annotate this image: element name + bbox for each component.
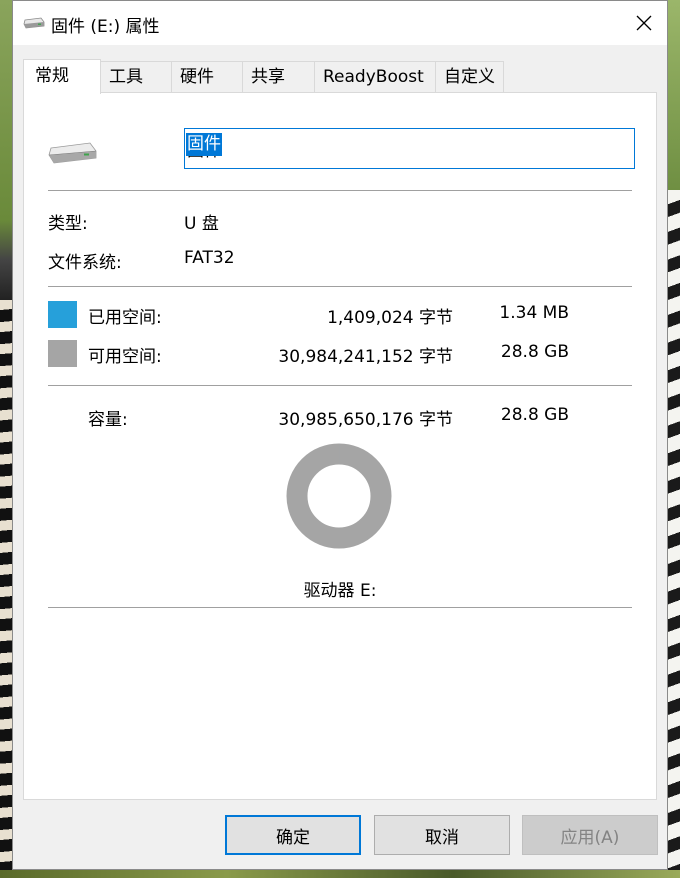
window-title: 固件 (E:) 属性 (51, 17, 160, 37)
used-space-swatch (48, 301, 77, 328)
drive-name-input[interactable] (184, 128, 635, 169)
free-space-label: 可用空间: (88, 347, 162, 367)
separator-4 (48, 607, 632, 608)
tab-tools[interactable]: 工具 (100, 61, 172, 92)
tab-readyboost[interactable]: ReadyBoost (314, 61, 436, 92)
drive-caption: 驱动器 E: (303, 581, 377, 601)
drive-icon (23, 17, 45, 29)
tab-hardware[interactable]: 硬件 (171, 61, 243, 92)
tab-customize[interactable]: 自定义 (435, 61, 504, 92)
used-space-bytes: 1,409,024 字节 (327, 308, 453, 328)
apply-button: 应用(A) (522, 815, 658, 855)
ok-button[interactable]: 确定 (225, 815, 361, 855)
free-space-bytes: 30,984,241,152 字节 (278, 347, 453, 367)
donut-free-ring (286, 443, 392, 549)
drive-icon (48, 142, 97, 164)
close-button[interactable] (621, 1, 667, 45)
disk-usage-donut (286, 443, 392, 549)
separator-2 (48, 286, 632, 287)
tab-general[interactable]: 常规 (23, 59, 101, 94)
type-label: 类型: (48, 214, 88, 234)
filesystem-value: FAT32 (184, 248, 235, 268)
separator-3 (48, 385, 632, 386)
used-space-label: 已用空间: (88, 308, 162, 328)
capacity-label: 容量: (88, 410, 128, 430)
desktop-background-bottom (0, 870, 680, 878)
free-space-human: 28.8 GB (500, 342, 569, 362)
close-icon (636, 15, 652, 31)
separator-1 (48, 190, 632, 191)
filesystem-label: 文件系统: (48, 253, 122, 273)
capacity-human: 28.8 GB (500, 405, 569, 425)
general-tab-panel: 固件 类型: U 盘 文件系统: FAT32 已用空间: 1,409,024 字… (23, 92, 657, 800)
type-value: U 盘 (184, 214, 219, 234)
free-space-swatch (48, 340, 77, 367)
capacity-bytes: 30,985,650,176 字节 (278, 410, 453, 430)
tab-sharing[interactable]: 共享 (242, 61, 315, 92)
desktop-background-left (0, 0, 12, 878)
title-bar[interactable]: 固件 (E:) 属性 (13, 1, 667, 45)
cancel-button[interactable]: 取消 (374, 815, 510, 855)
properties-dialog: 固件 (E:) 属性 常规 工具 硬件 共享 ReadyBoost 自定义 固件… (12, 0, 668, 870)
used-space-human: 1.34 MB (499, 303, 569, 323)
